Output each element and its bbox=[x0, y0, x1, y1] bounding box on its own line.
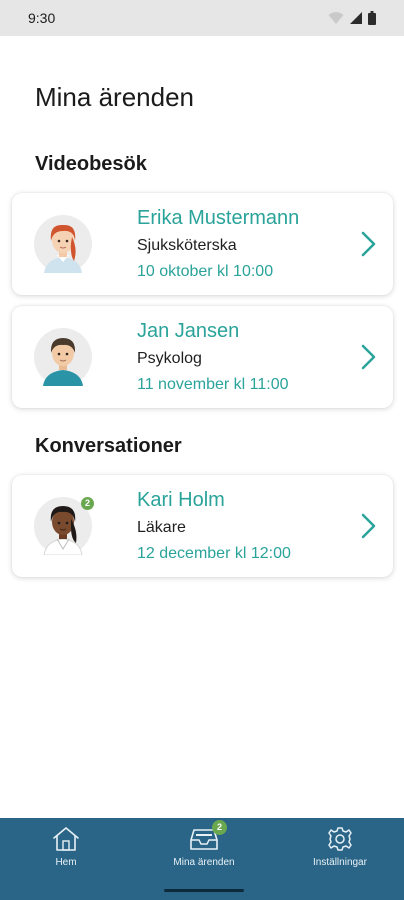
contact-role: Psykolog bbox=[137, 350, 202, 367]
chevron-right-icon bbox=[361, 231, 376, 257]
contact-name: Kari Holm bbox=[137, 489, 225, 511]
status-time: 9:30 bbox=[28, 10, 56, 26]
wifi-icon bbox=[328, 12, 344, 24]
status-icons bbox=[328, 11, 376, 25]
home-indicator bbox=[164, 889, 244, 892]
female-doctor-avatar: 2 bbox=[34, 497, 94, 555]
female-nurse-avatar bbox=[34, 215, 92, 273]
home-icon bbox=[53, 827, 79, 851]
bottom-navigation: Hem 2 Mina ärenden Inställningar bbox=[0, 818, 404, 900]
signal-icon bbox=[350, 12, 362, 24]
chevron-right-icon bbox=[361, 344, 376, 370]
nav-badge: 2 bbox=[212, 820, 227, 835]
nav-item-settings[interactable]: Inställningar bbox=[280, 826, 400, 868]
contact-name: Jan Jansen bbox=[137, 320, 240, 342]
page-title: Mina ärenden bbox=[35, 82, 194, 112]
contact-name: Erika Mustermann bbox=[137, 207, 300, 229]
contact-role: Sjuksköterska bbox=[137, 237, 237, 254]
appointment-card[interactable]: Erika Mustermann Sjuksköterska 10 oktobe… bbox=[12, 193, 393, 295]
battery-icon bbox=[368, 11, 376, 25]
section-heading-conversations: Konversationer bbox=[35, 435, 182, 457]
chevron-right-icon bbox=[361, 513, 376, 539]
contact-role: Läkare bbox=[137, 519, 186, 536]
status-bar: 9:30 bbox=[0, 0, 404, 36]
conversation-card[interactable]: 2 Kari Holm Läkare 12 december kl 12:00 bbox=[12, 475, 393, 577]
nav-label-my-cases: Mina ärenden bbox=[173, 857, 235, 868]
appointment-date: 11 november kl 11:00 bbox=[137, 376, 289, 393]
nav-label-settings: Inställningar bbox=[313, 857, 367, 868]
gear-icon bbox=[328, 827, 352, 851]
section-heading-video: Videobesök bbox=[35, 153, 147, 175]
inbox-icon: 2 bbox=[189, 820, 227, 852]
unread-badge: 2 bbox=[81, 497, 94, 510]
nav-item-home[interactable]: Hem bbox=[6, 826, 126, 868]
male-psychologist-avatar bbox=[34, 328, 92, 386]
nav-label-home: Hem bbox=[55, 857, 77, 868]
appointment-card[interactable]: Jan Jansen Psykolog 11 november kl 11:00 bbox=[12, 306, 393, 408]
nav-item-my-cases[interactable]: 2 Mina ärenden bbox=[144, 820, 264, 868]
conversation-date: 12 december kl 12:00 bbox=[137, 545, 291, 562]
appointment-date: 10 oktober kl 10:00 bbox=[137, 263, 274, 280]
